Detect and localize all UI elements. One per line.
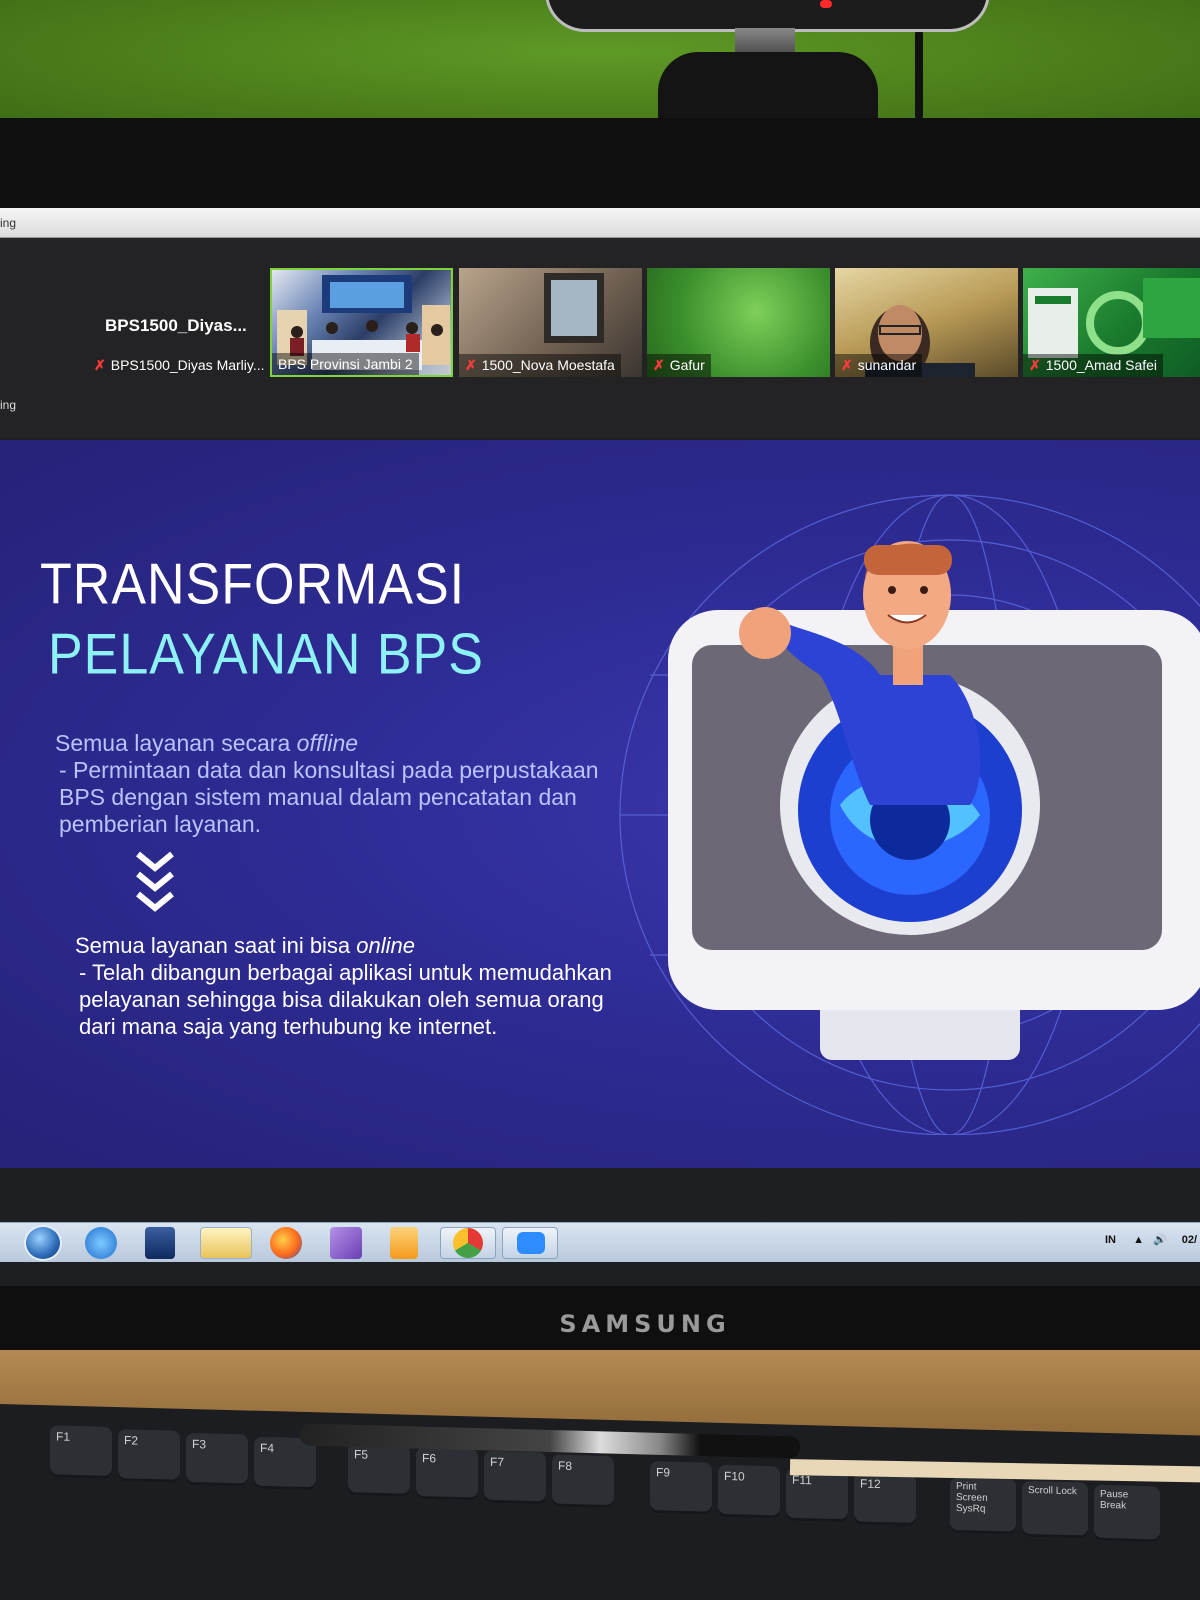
mic-muted-icon: ✗ [465,357,477,373]
participant-label: ✗ sunandar [835,354,923,377]
zoom-taskbar-button[interactable] [502,1227,558,1259]
participant-name: BPS Provinsi Jambi 2 [278,356,413,372]
participant-tile[interactable]: ✗ sunandar [835,268,1018,377]
clock[interactable]: 02/ [1182,1234,1197,1246]
key-f10[interactable]: F10 [718,1464,780,1519]
language-indicator[interactable]: IN [1105,1234,1116,1246]
key-f8[interactable]: F8 [552,1454,614,1509]
participant-label: ✗ 1500_Nova Moestafa [459,354,621,377]
media-player-icon[interactable] [390,1227,418,1259]
key-f11[interactable]: F11 [786,1468,848,1523]
slide-subtitle: PELAYANAN BPS [48,623,484,687]
participant-name: 1500_Amad Safei [1045,357,1158,373]
browser-title-strip: ing [0,208,1200,238]
mic-muted-icon: ✗ [94,357,106,373]
offline-services-block: Semua layanan secara offline - Permintaa… [55,730,615,838]
key-f12[interactable]: F12 [854,1472,916,1527]
monitor-brand-logo: SAMSUNG [559,1310,731,1338]
key-f2[interactable]: F2 [118,1429,180,1483]
chrome-taskbar-button[interactable] [440,1227,496,1259]
key-scroll-lock[interactable]: Scroll Lock [1022,1480,1088,1539]
key-pause-break[interactable]: Pause Break [1094,1484,1160,1543]
key-f7[interactable]: F7 [484,1450,546,1505]
key-f3[interactable]: F3 [186,1432,248,1487]
app-icon[interactable] [145,1227,175,1259]
firefox-icon[interactable] [270,1227,302,1259]
offline-heading-emphasis: offline [296,730,359,756]
online-heading-text: Semua layanan saat ini bisa [75,933,357,958]
shared-presentation-slide: TRANSFORMASI PELAYANAN BPS Semua layanan… [0,440,1200,1168]
key-f6[interactable]: F6 [416,1446,478,1501]
key-f9[interactable]: F9 [650,1461,712,1515]
webcam-cable [915,30,923,120]
mic-muted-icon: ✗ [653,357,665,373]
participant-tile[interactable]: ✗ 1500_Amad Safei [1023,268,1200,377]
participant-label: BPS Provinsi Jambi 2 [272,353,419,375]
offline-body: - Permintaan data dan konsultasi pada pe… [59,757,599,837]
offline-heading: Semua layanan secara offline [55,730,615,757]
windows-start-icon[interactable] [24,1225,62,1261]
internet-explorer-icon[interactable] [85,1227,117,1259]
online-heading-emphasis: online [356,933,416,958]
key-print-screen[interactable]: Print Screen SysRq [950,1476,1016,1535]
participant-tile[interactable]: ✗ BPS1500_Diyas Marliy... [0,268,268,377]
zoom-icon [517,1232,545,1254]
file-explorer-icon[interactable] [200,1227,252,1259]
participant-tile[interactable]: ✗ Gafur [647,268,830,377]
participant-tile[interactable]: BPS Provinsi Jambi 2 [270,268,453,377]
online-heading: Semua layanan saat ini bisa online [75,932,635,959]
participant-label: ✗ 1500_Amad Safei [1023,354,1164,377]
character-fist [739,607,791,659]
participant-name: Gafur [669,357,705,373]
webcam-led [820,0,832,8]
participant-tile[interactable]: ✗ 1500_Nova Moestafa [459,268,642,377]
offline-heading-text: Semua layanan secara [55,730,297,756]
slide-title: TRANSFORMASI [40,553,466,617]
system-tray[interactable]: IN ▲ 🔊 02/ [1105,1233,1197,1246]
monitor-screen: ing BPS1500_Diyas... ✗ BPS1500_Diyas Marl… [0,208,1200,1286]
online-body: - Telah dibangun berbagai aplikasi untuk… [79,960,612,1039]
key-f1[interactable]: F1 [50,1425,112,1479]
chevron-down-icon [136,851,174,912]
key-f5[interactable]: F5 [348,1443,410,1497]
tray-expand-icon[interactable]: ▲ [1133,1234,1144,1246]
windows-taskbar: IN ▲ 🔊 02/ [0,1222,1200,1262]
zoom-participant-strip: BPS1500_Diyas... ✗ BPS1500_Diyas Marliy..… [0,238,1200,438]
participant-name: sunandar [857,357,917,373]
chrome-icon [453,1228,483,1258]
side-panel-label: ing [0,398,17,412]
participant-name: 1500_Nova Moestafa [481,357,615,373]
vs-icon[interactable] [330,1227,362,1259]
browser-title: ing [0,216,17,230]
mic-muted-icon: ✗ [841,357,853,373]
participant-label: ✗ Gafur [647,354,711,377]
online-services-block: Semua layanan saat ini bisa online - Tel… [75,932,635,1040]
mic-muted-icon: ✗ [1029,357,1041,373]
monitor-character-illustration [619,494,1200,1135]
participant-label: ✗ BPS1500_Diyas Marliy... [88,354,268,377]
presentation-bottom-bar [0,1168,1200,1222]
volume-icon[interactable]: 🔊 [1153,1234,1167,1246]
participant-name: BPS1500_Diyas Marliy... [110,357,265,373]
